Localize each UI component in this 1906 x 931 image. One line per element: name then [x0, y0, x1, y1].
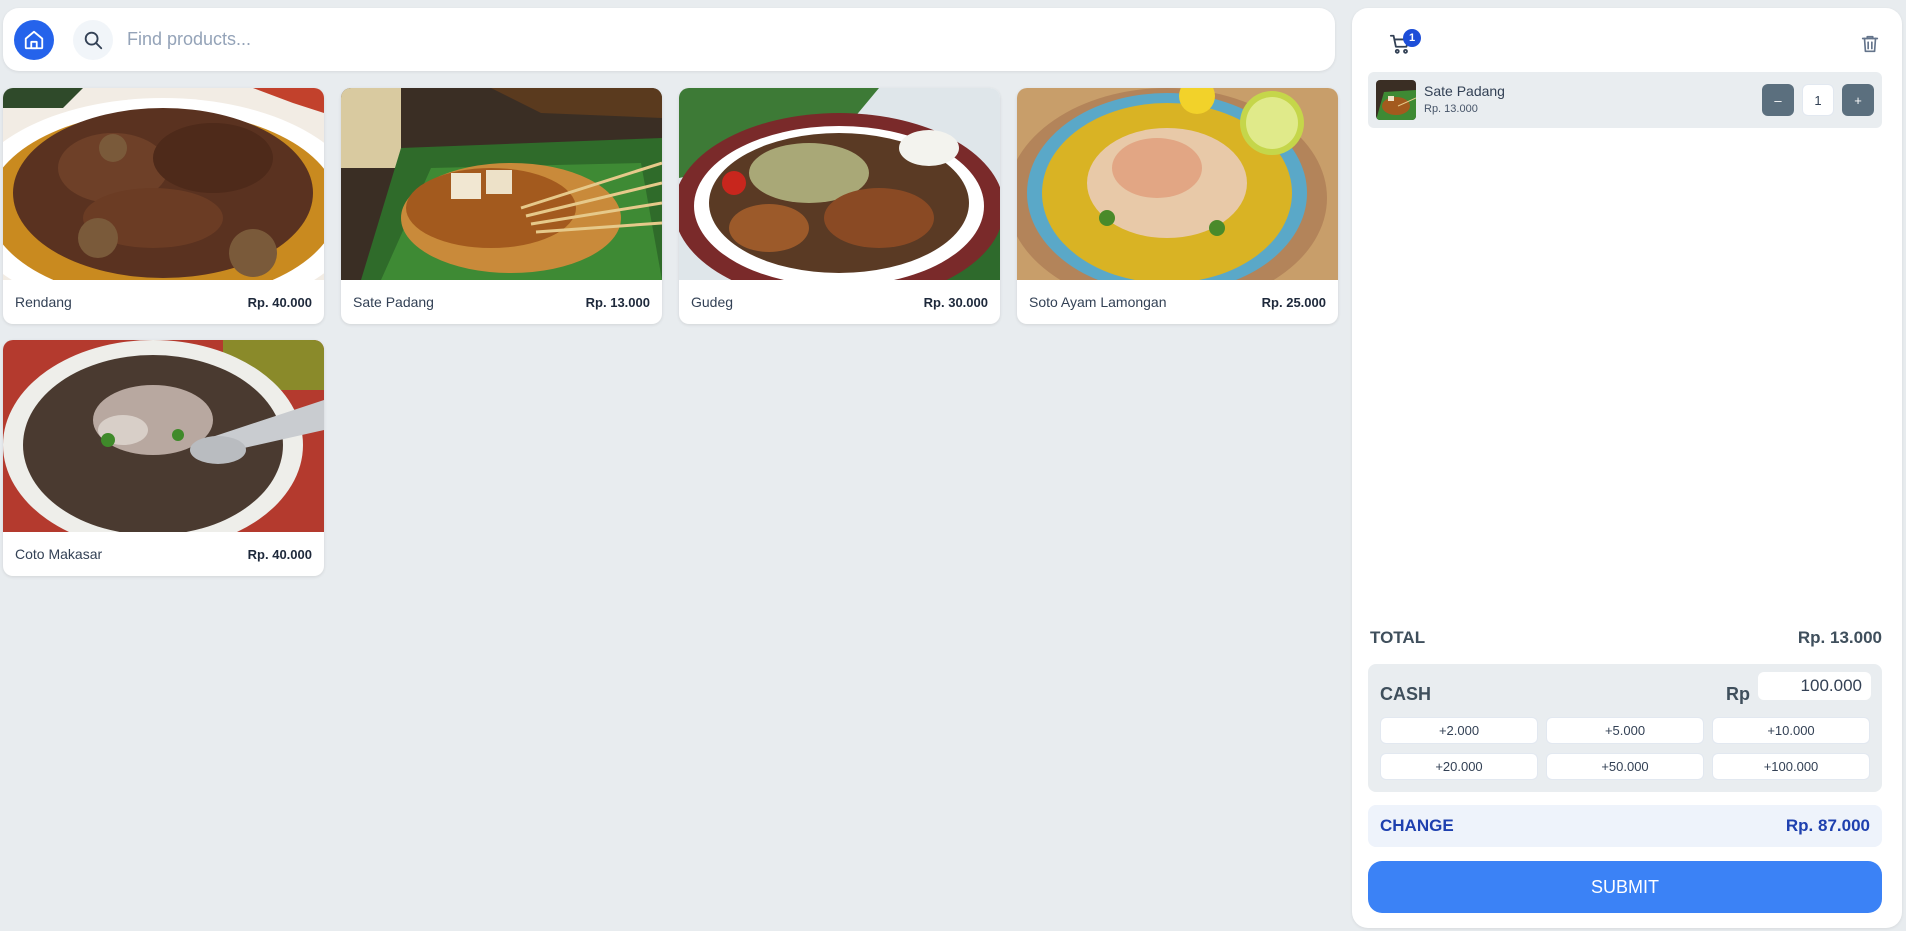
product-card-gudeg[interactable]: Gudeg Rp. 30.000 [679, 88, 1000, 324]
search-bar [3, 8, 1335, 71]
product-card-sate-padang[interactable]: Sate Padang Rp. 13.000 [341, 88, 662, 324]
change-label: CHANGE [1380, 816, 1454, 835]
trash-icon [1861, 35, 1879, 53]
product-card-soto-ayam-lamongan[interactable]: Soto Ayam Lamongan Rp. 25.000 [1017, 88, 1338, 324]
product-image [1017, 88, 1338, 280]
quick-cash-20000-button[interactable]: +20.000 [1380, 753, 1538, 780]
product-area: Rendang Rp. 40.000 [0, 0, 1340, 931]
home-button[interactable] [14, 19, 54, 60]
product-card-rendang[interactable]: Rendang Rp. 40.000 [3, 88, 324, 324]
product-price: Rp. 40.000 [247, 546, 312, 562]
product-price: Rp. 40.000 [247, 294, 312, 310]
product-image [679, 88, 1000, 280]
cart-button[interactable]: 1 [1382, 26, 1421, 62]
total-label: TOTAL [1370, 628, 1426, 647]
quantity-value[interactable]: 1 [1802, 84, 1834, 116]
product-name: Coto Makasar [15, 546, 103, 562]
search-input[interactable] [127, 19, 1277, 60]
quick-cash-5000-button[interactable]: +5.000 [1546, 717, 1704, 744]
product-image [3, 88, 324, 280]
quick-cash-10000-button[interactable]: +10.000 [1712, 717, 1870, 744]
submit-button[interactable]: SUBMIT [1368, 861, 1882, 913]
change-value: Rp. 87.000 [1785, 816, 1870, 835]
quantity-increase-button[interactable]: + [1842, 84, 1874, 116]
product-image [341, 88, 662, 280]
cash-label: CASH [1380, 684, 1432, 704]
product-price: Rp. 25.000 [1261, 294, 1326, 310]
clear-cart-button[interactable] [1852, 26, 1888, 62]
cash-currency-label: Rp [1726, 684, 1750, 704]
total-value: Rp. 13.000 [1797, 628, 1882, 647]
change-section: CHANGE Rp. 87.000 [1368, 805, 1882, 847]
quantity-decrease-button[interactable]: – [1762, 84, 1794, 116]
product-card-coto-makasar[interactable]: Coto Makasar Rp. 40.000 [3, 340, 324, 576]
cart-item-price: Rp. 13.000 [1424, 103, 1478, 115]
product-name: Soto Ayam Lamongan [1029, 294, 1167, 310]
total-row: TOTAL Rp. 13.000 [1370, 628, 1882, 648]
home-icon [24, 30, 44, 49]
product-price: Rp. 13.000 [585, 294, 650, 310]
cart-item-name: Sate Padang [1424, 83, 1505, 99]
product-name: Gudeg [691, 294, 734, 310]
cart-panel: 1 Sate Padang Rp. 13.000 – 1 + TOTAL Rp.… [1352, 8, 1902, 928]
cart-item: Sate Padang Rp. 13.000 – 1 + [1368, 72, 1882, 128]
cash-input[interactable] [1758, 672, 1871, 700]
quick-cash-50000-button[interactable]: +50.000 [1546, 753, 1704, 780]
cash-section: CASH Rp +2.000 +5.000 +10.000 +20.000 +5… [1368, 664, 1882, 792]
search-button[interactable] [73, 19, 113, 60]
cart-item-thumbnail [1376, 80, 1416, 120]
product-image [3, 340, 324, 532]
cart-count-badge: 1 [1403, 29, 1421, 47]
search-icon [84, 31, 103, 49]
product-price: Rp. 30.000 [923, 294, 988, 310]
product-name: Sate Padang [353, 294, 434, 310]
quick-cash-2000-button[interactable]: +2.000 [1380, 717, 1538, 744]
quick-cash-100000-button[interactable]: +100.000 [1712, 753, 1870, 780]
product-name: Rendang [15, 294, 72, 310]
